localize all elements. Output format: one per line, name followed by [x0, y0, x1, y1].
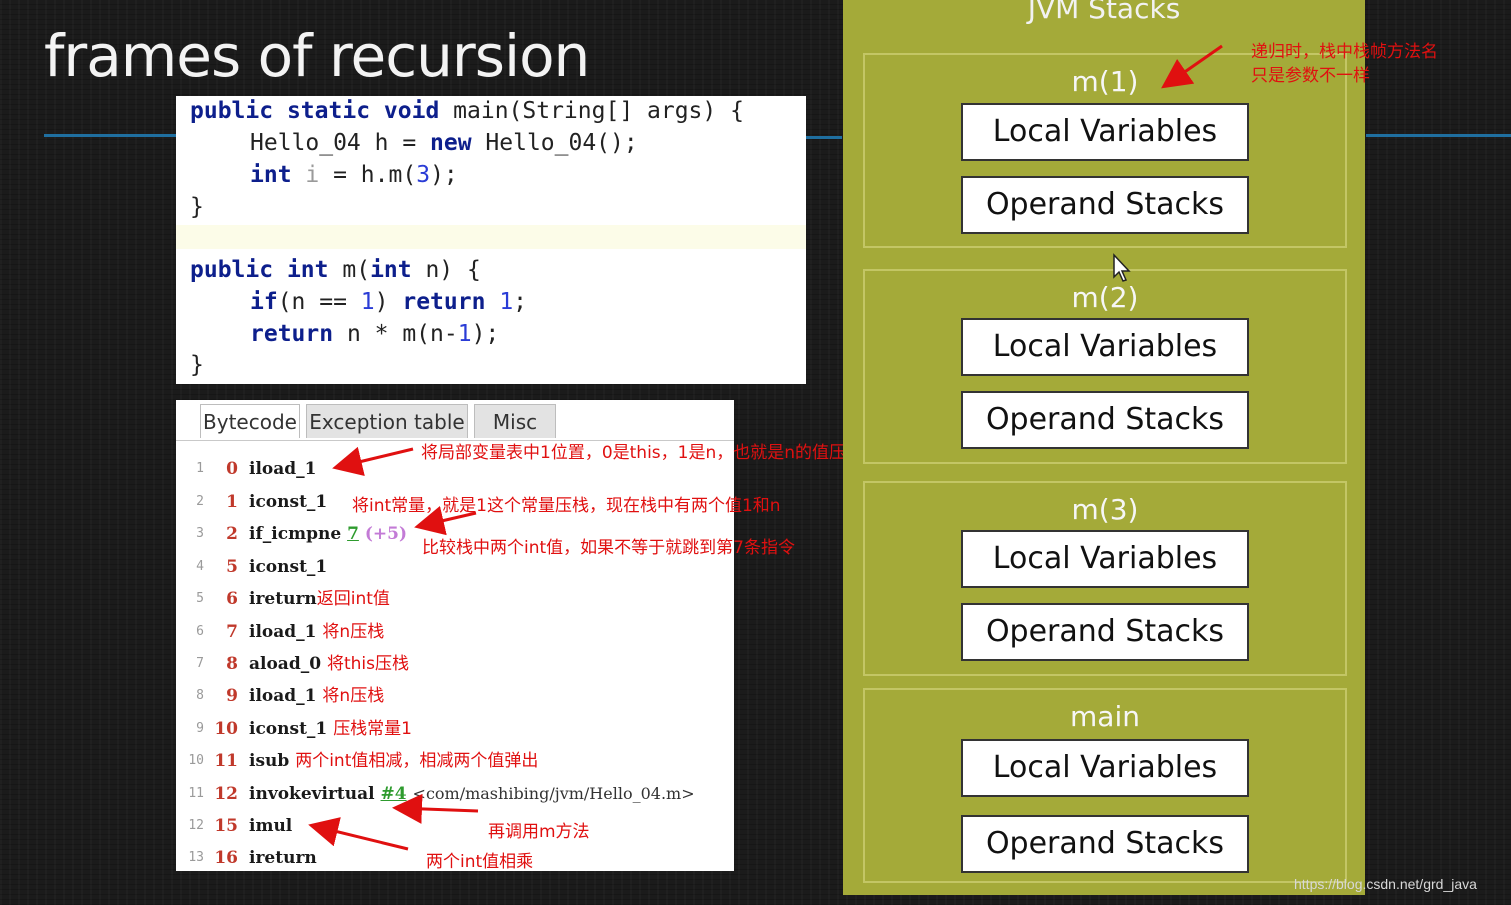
code-panel: public static void main(String[] args) {… — [176, 96, 806, 384]
stack-frame-m2: m(2) Local Variables Operand Stacks — [863, 269, 1347, 464]
operand-stack-box: Operand Stacks — [961, 176, 1249, 234]
annotation-stack-line2: 只是参数不一样 — [1251, 66, 1370, 86]
row-note: 将n压栈 — [322, 622, 385, 642]
frame-label: m(3) — [1071, 493, 1139, 526]
code-line-8: return n * m(n-1); — [250, 321, 500, 347]
code-line-9: } — [190, 352, 204, 378]
code-line-7: if(n == 1) return 1; — [250, 289, 528, 315]
frame-label: main — [1070, 700, 1140, 733]
stack-frame-main: main Local Variables Operand Stacks — [863, 688, 1347, 883]
code-line-1: public static void main(String[] args) { — [190, 98, 744, 124]
title-rule-left — [44, 134, 179, 137]
operand-stack-box: Operand Stacks — [961, 815, 1249, 873]
annotation-compare: 比较栈中两个int值，如果不等于就跳到第7条指令 — [422, 538, 795, 558]
mouse-cursor-icon — [1113, 253, 1131, 282]
annotation-imul: 两个int值相乘 — [426, 852, 534, 872]
tab-exception-table[interactable]: Exception table — [306, 404, 468, 438]
annotation-stack-line1: 递归时，栈中栈帧方法名 — [1251, 42, 1438, 62]
tab-bytecode[interactable]: Bytecode — [200, 404, 300, 438]
jvm-stacks-title: JVM Stacks — [1027, 0, 1181, 25]
local-variables-box: Local Variables — [961, 318, 1249, 376]
operand-stack-box: Operand Stacks — [961, 391, 1249, 449]
jvm-stacks-panel: JVM Stacks m(1) Local Variables Operand … — [843, 0, 1365, 895]
code-line-6: public int m(int n) { — [190, 257, 481, 283]
jump-target-link[interactable]: 7 — [347, 524, 359, 544]
local-variables-box: Local Variables — [961, 530, 1249, 588]
slide-title: frames of recursion — [44, 22, 590, 90]
local-variables-box: Local Variables — [961, 103, 1249, 161]
row-note: 将n压栈 — [322, 686, 385, 706]
code-line-3: int i = h.m(3); — [250, 162, 458, 188]
constant-pool-link[interactable]: #4 — [381, 784, 407, 804]
tab-misc[interactable]: Misc — [474, 404, 556, 438]
stack-frame-m3: m(3) Local Variables Operand Stacks — [863, 481, 1347, 676]
local-variables-box: Local Variables — [961, 739, 1249, 797]
watermark: https://blog.csdn.net/grd_java — [1294, 876, 1477, 892]
bytecode-panel: Bytecode Exception table Misc 10 iload_1… — [176, 400, 734, 871]
current-line-highlight — [176, 225, 806, 249]
code-line-2: Hello_04 h = new Hello_04(); — [250, 130, 638, 156]
annotation-iconst: 将int常量，就是1这个常量压栈，现在栈中有两个值1和n — [352, 496, 781, 516]
row-note: 将this压栈 — [326, 654, 409, 674]
operand-stack-box: Operand Stacks — [961, 603, 1249, 661]
row-note: 压栈常量1 — [333, 719, 413, 739]
title-rule-right — [1366, 134, 1511, 137]
title-rule-mid — [806, 136, 842, 139]
row-note: 两个int值相减，相减两个值弹出 — [295, 751, 539, 771]
row-note: 返回int值 — [316, 589, 390, 609]
code-line-4: } — [190, 194, 204, 220]
bytecode-tab-bar: Bytecode Exception table Misc — [176, 400, 734, 441]
annotation-invoke: 再调用m方法 — [488, 822, 590, 842]
frame-label: m(2) — [1071, 281, 1139, 314]
